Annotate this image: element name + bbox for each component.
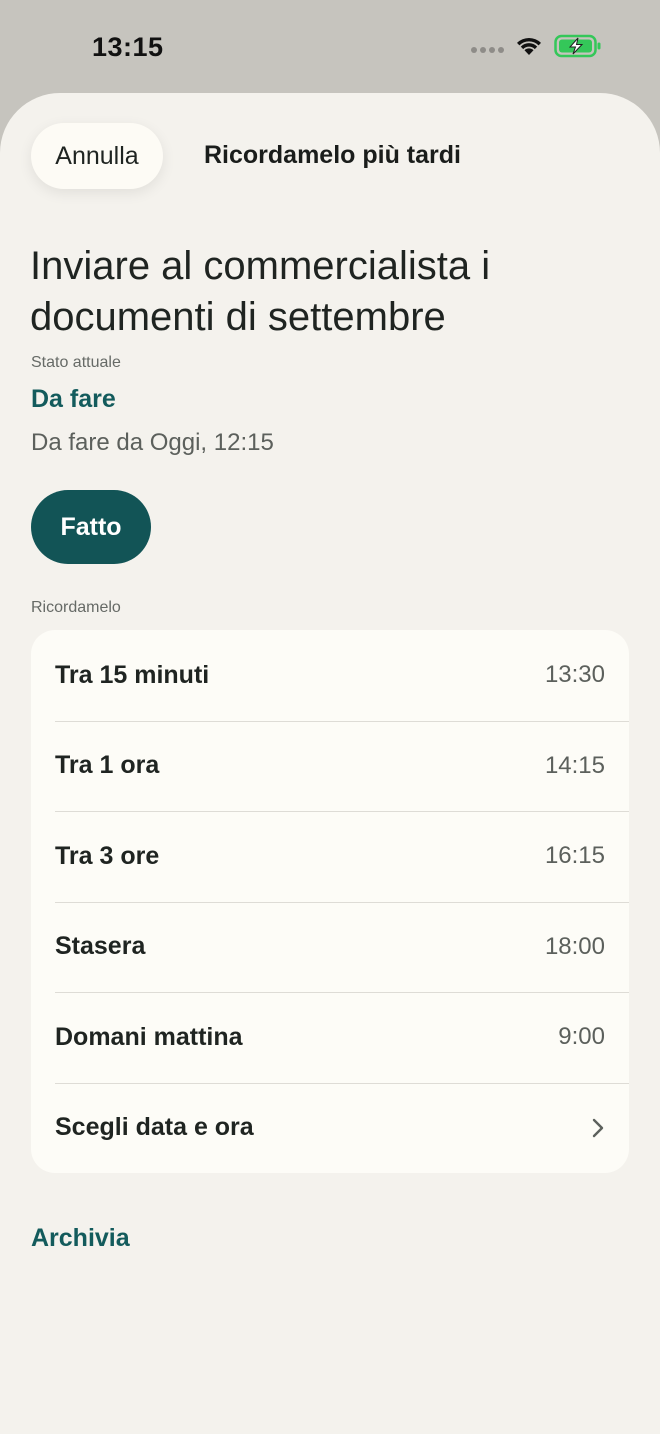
cancel-button[interactable]: Annulla [31,123,163,189]
battery-charging-icon [554,34,601,58]
remind-option-label: Tra 15 minuti [55,660,210,689]
remind-option-label: Scegli data e ora [55,1113,254,1142]
remind-option-tomorrow-morning[interactable]: Domani mattina 9:00 [31,992,629,1083]
remind-option-tonight[interactable]: Stasera 18:00 [31,901,629,993]
wifi-icon [517,37,541,55]
signal-dots-icon [471,47,504,53]
remind-option-label: Tra 1 ora [55,751,160,780]
archive-link[interactable]: Archivia [31,1224,130,1253]
remind-option-time: 18:00 [544,932,605,960]
remind-option-1-hour[interactable]: Tra 1 ora 14:15 [31,720,629,812]
remind-option-time: 9:00 [558,1023,605,1051]
sheet-title: Ricordamelo più tardi [204,141,461,169]
remind-option-time: 13:30 [544,661,605,689]
remind-options-list: Tra 15 minuti 13:30 Tra 1 ora 14:15 Tra … [31,630,629,1173]
status-icons [471,34,602,58]
state-value: Da fare [31,385,116,413]
state-label: Stato attuale [31,354,121,371]
remind-option-label: Tra 3 ore [55,841,160,870]
chevron-right-icon [592,1118,604,1137]
remind-option-3-hours[interactable]: Tra 3 ore 16:15 [31,811,629,902]
state-since: Da fare da Oggi, 12:15 [31,429,274,456]
remind-option-time: 16:15 [544,842,605,870]
remind-option-label: Domani mattina [55,1022,243,1051]
status-time: 13:15 [92,32,164,62]
done-button[interactable]: Fatto [31,490,151,564]
bottom-sheet: Annulla Ricordamelo più tardi Inviare al… [0,93,660,1434]
remind-option-time: 14:15 [544,751,605,779]
status-bar: 13:15 [0,0,660,95]
remind-option-label: Stasera [55,932,146,961]
remind-option-custom-date[interactable]: Scegli data e ora [31,1082,629,1174]
remind-section-label: Ricordamelo [31,599,121,616]
remind-option-15-min[interactable]: Tra 15 minuti 13:30 [31,630,629,721]
task-title: Inviare al commercialista i documenti di… [30,244,491,339]
